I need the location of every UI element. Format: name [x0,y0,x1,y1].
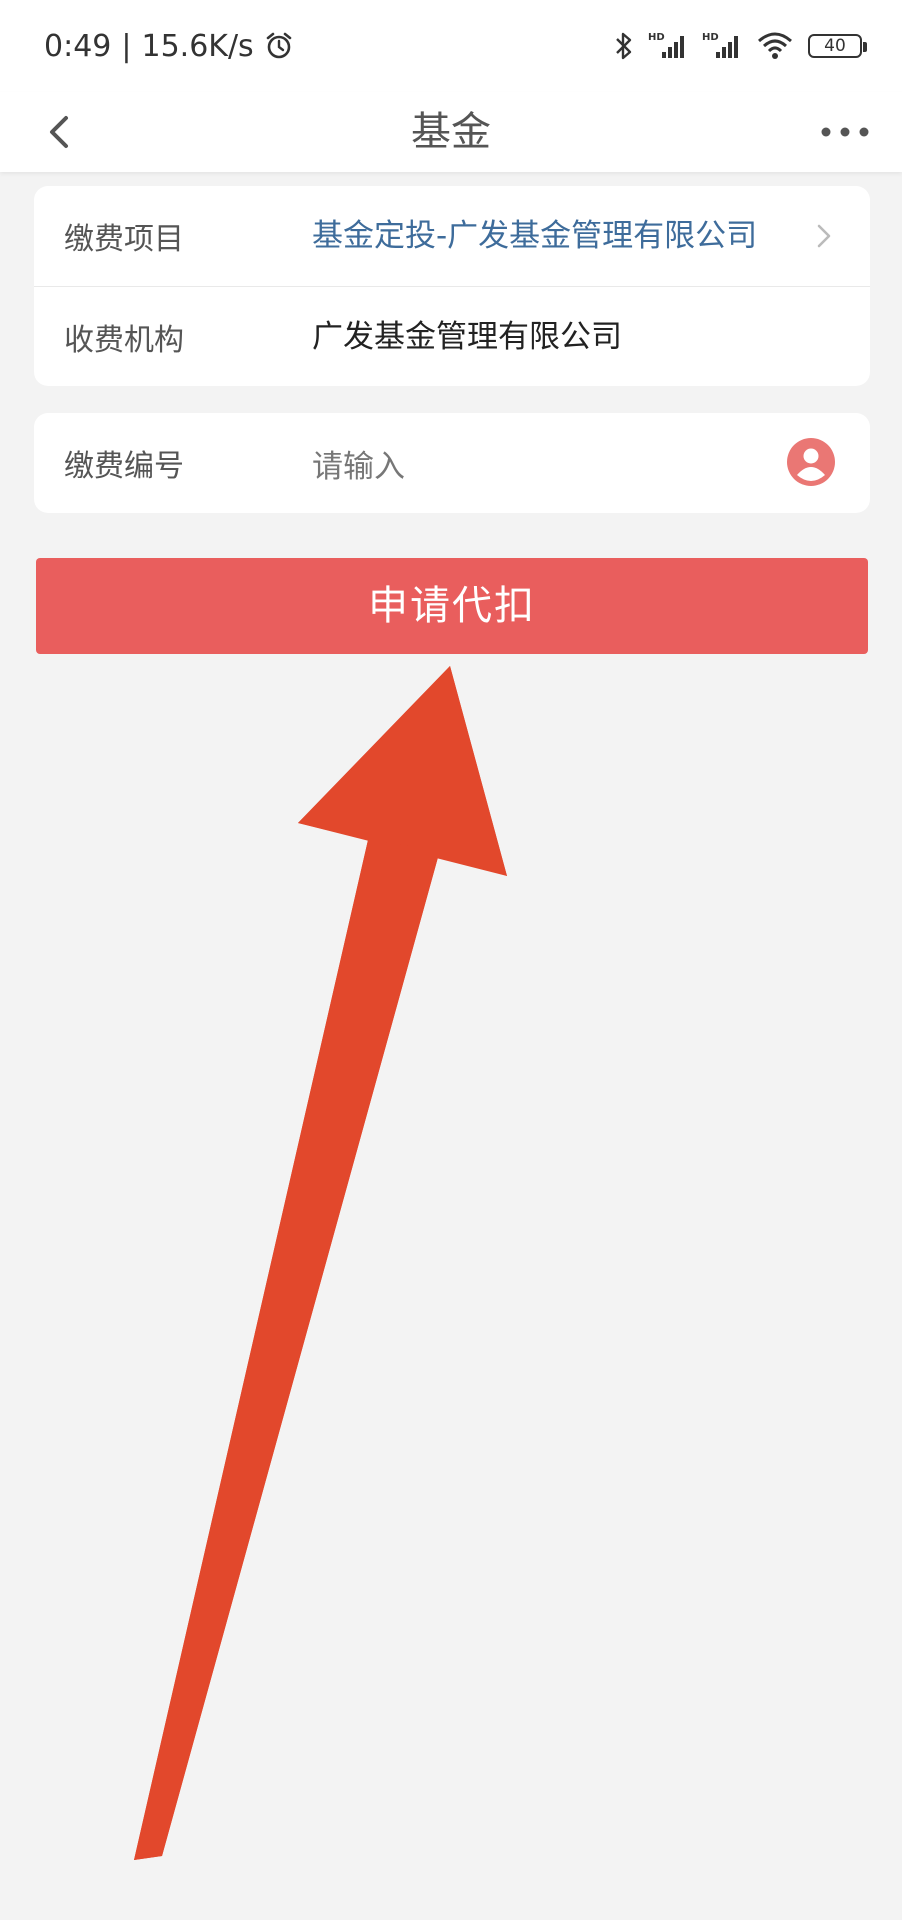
wifi-icon [758,32,792,59]
page-title: 基金 [411,109,491,155]
payee-org-label: 收费机构 [64,322,184,358]
signal-hd-icon: HD [648,32,684,58]
status-right: HD HD 40 [614,30,867,62]
payment-item-value[interactable]: 基金定投-广发基金管理有限公司 [312,214,782,258]
contact-person-icon[interactable] [786,437,836,487]
status-time: 0:49 [44,28,112,64]
chevron-right-icon [817,224,831,248]
nav-bar: 基金 [0,92,902,172]
status-bar: 0:49 | 15.6K/s HD HD 40 [0,0,902,92]
payee-org-row: 收费机构 广发基金管理有限公司 [34,287,870,386]
payment-number-row: 缴费编号 请输入 [34,413,870,513]
svg-text:HD: HD [702,32,719,43]
payment-item-row[interactable]: 缴费项目 基金定投-广发基金管理有限公司 [34,186,870,286]
status-net-speed: 15.6K/s [141,28,254,64]
apply-deduction-button[interactable]: 申请代扣 [36,558,868,654]
status-separator: | [121,28,132,64]
payment-info-card: 缴费项目 基金定投-广发基金管理有限公司 收费机构 广发基金管理有限公司 [34,186,870,386]
payment-number-input[interactable]: 请输入 [312,441,405,486]
payment-item-label: 缴费项目 [64,222,184,257]
more-dots-icon[interactable] [818,110,872,154]
svg-text:HD: HD [648,32,665,43]
battery-level: 40 [824,36,846,56]
payee-org-value: 广发基金管理有限公司 [312,318,622,355]
battery-icon: 40 [808,34,867,58]
status-left: 0:49 | 15.6K/s [44,29,294,64]
payment-number-card: 缴费编号 请输入 [34,413,870,513]
signal-hd-icon: HD [702,32,738,58]
alarm-icon [266,32,292,59]
bluetooth-icon [616,32,632,60]
payment-number-label: 缴费编号 [64,449,184,484]
